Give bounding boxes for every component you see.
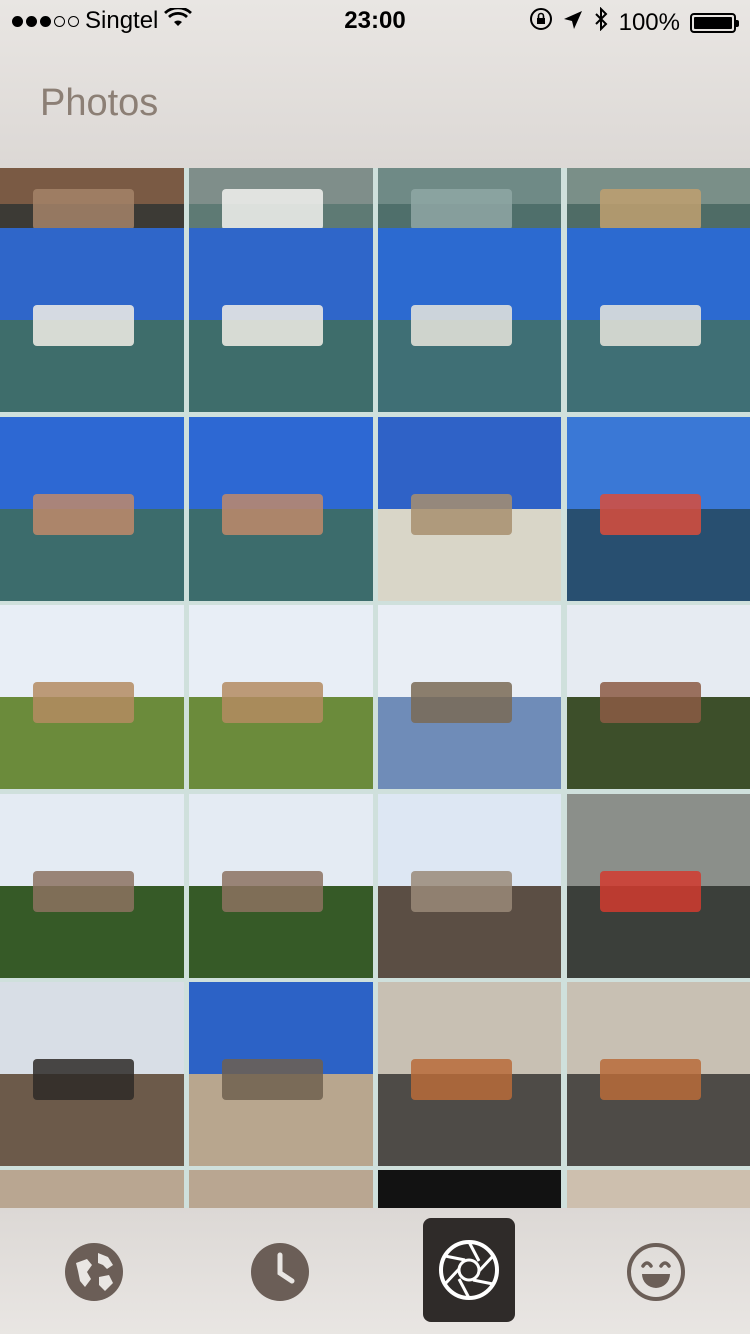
photo-subject [599,871,701,912]
photo-thumbnail[interactable] [0,228,184,412]
photo-thumbnail[interactable] [189,417,373,601]
photo-subject [410,305,512,346]
photo-thumbnail[interactable] [189,605,373,789]
photo-thumbnail[interactable] [378,1170,561,1208]
photo-sky [567,1170,750,1208]
photo-thumbnail[interactable] [189,982,373,1166]
photo-thumbnail[interactable] [567,794,750,978]
status-bar: Singtel 23:00 100% [0,0,750,40]
photo-thumbnail[interactable] [567,982,750,1166]
photo-thumbnail[interactable] [378,982,561,1166]
photo-thumbnail[interactable] [567,228,750,412]
photo-thumbnail[interactable] [378,417,561,601]
photo-subject [33,189,135,230]
tab-explore[interactable] [48,1226,140,1318]
photo-thumbnail[interactable] [567,1170,750,1208]
photo-subject [410,1059,512,1100]
shutter-icon [439,1240,499,1300]
location-arrow-icon [563,9,583,37]
photo-thumbnail[interactable] [378,794,561,978]
photo-subject [410,189,512,230]
photo-subject [222,305,324,346]
photo-subject [222,189,324,230]
battery-icon [690,12,739,33]
photo-subject [33,1059,135,1100]
photo-subject [222,871,324,912]
photo-thumbnail[interactable] [189,1170,373,1208]
photo-subject [33,682,135,723]
smiley-icon [627,1243,685,1301]
photo-sky [0,1170,184,1208]
photo-thumbnail[interactable] [189,228,373,412]
photo-thumbnail[interactable] [0,982,184,1166]
photo-subject [599,682,701,723]
photo-thumbnail[interactable] [0,1170,184,1208]
photo-subject [222,494,324,535]
photo-subject [33,871,135,912]
globe-icon [65,1243,123,1301]
photo-sky [378,1170,561,1208]
photo-subject [410,682,512,723]
photo-thumbnail[interactable] [567,605,750,789]
photo-grid[interactable] [0,168,750,1208]
photo-thumbnail[interactable] [378,228,561,412]
photo-subject [222,1059,324,1100]
tab-photos[interactable] [423,1218,515,1322]
photo-subject [599,305,701,346]
tab-recent[interactable] [234,1226,326,1318]
photo-subject [222,682,324,723]
photo-subject [33,305,135,346]
photo-thumbnail[interactable] [0,794,184,978]
photo-subject [33,494,135,535]
page-title: Photos [40,82,159,124]
photo-thumbnail[interactable] [0,417,184,601]
photo-subject [599,494,701,535]
tab-bar [0,1208,750,1334]
photo-subject [410,494,512,535]
photo-subject [599,1059,701,1100]
photo-subject [410,871,512,912]
status-right: 100% [529,6,739,38]
photo-thumbnail[interactable] [189,794,373,978]
bluetooth-icon [593,6,609,38]
photo-sky [189,1170,373,1208]
battery-percentage: 100% [618,8,680,36]
photo-thumbnail[interactable] [378,605,561,789]
photo-thumbnail[interactable] [567,417,750,601]
photo-thumbnail[interactable] [0,605,184,789]
rotation-lock-icon [529,7,553,38]
clock-icon [251,1243,309,1301]
tab-moments[interactable] [610,1226,702,1318]
photo-subject [599,189,701,230]
